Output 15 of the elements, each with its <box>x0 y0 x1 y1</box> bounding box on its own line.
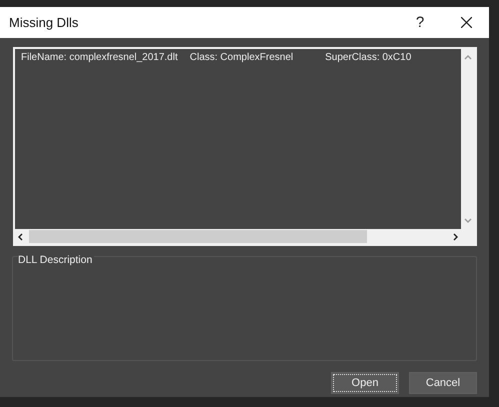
group-label: DLL Description <box>18 254 94 266</box>
help-button[interactable]: ? <box>397 7 443 38</box>
horizontal-scrollbar[interactable] <box>15 229 461 244</box>
superclass-cell: SuperClass: 0xC10 <box>325 52 412 63</box>
file-name-cell: FileName: complexfresnel_2017.dlt <box>21 52 178 63</box>
cancel-button[interactable]: Cancel <box>409 372 477 394</box>
scroll-down-icon[interactable] <box>464 217 472 225</box>
close-icon <box>460 17 472 28</box>
list-row[interactable]: FileName: complexfresnel_2017.dlt Class: ComplexFresnel SuperClass: 0xC10 <box>21 52 455 63</box>
class-cell: Class: ComplexFresnel <box>190 52 294 63</box>
open-button[interactable]: Open <box>331 372 399 394</box>
scroll-right-icon[interactable] <box>451 232 459 240</box>
scroll-left-icon[interactable] <box>17 232 25 240</box>
scroll-up-icon[interactable] <box>464 53 472 61</box>
window-title: Missing Dlls <box>9 15 80 30</box>
